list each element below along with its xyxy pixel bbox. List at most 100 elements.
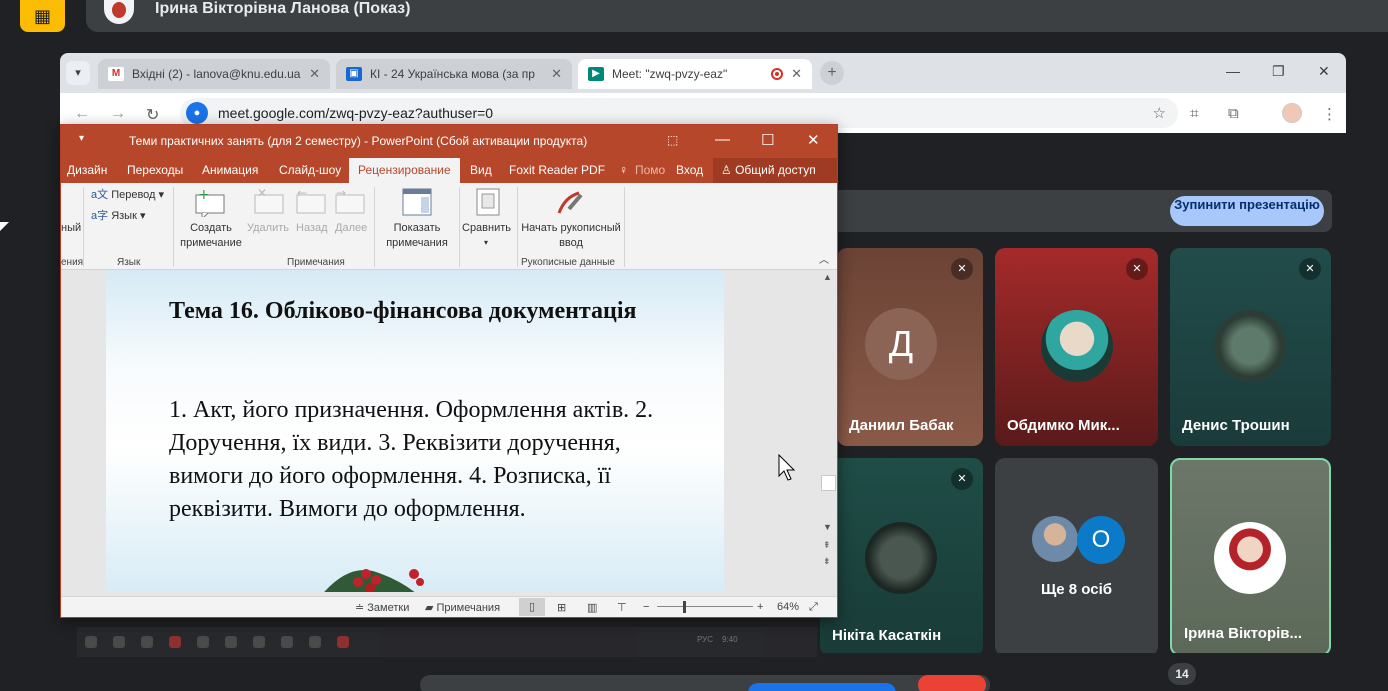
tab-meet[interactable]: ▶ Meet: "zwq-pvzy-eaz" ✕ — [578, 59, 812, 89]
minimize-icon[interactable]: — — [1226, 63, 1240, 79]
normal-view-icon[interactable]: ▯ — [519, 598, 545, 616]
translate-button[interactable]: a文 Перевод ▾ — [91, 188, 164, 203]
tab-foxit[interactable]: Foxit Reader PDF — [509, 163, 605, 177]
tab-strip: ▾ M Вхідні (2) - lanova@knu.edu.ua ✕ ▣ К… — [60, 53, 1346, 93]
close-tab-icon[interactable]: ✕ — [551, 66, 562, 82]
avatar — [1041, 310, 1113, 382]
tab-animations[interactable]: Анимация — [202, 163, 258, 177]
ribbon-display-icon[interactable]: ⬚ — [667, 133, 678, 147]
extensions-icon[interactable]: ⧉ — [1228, 105, 1239, 122]
previous-comment-button[interactable]: Назад — [296, 221, 328, 236]
tab-help[interactable]: Помо — [635, 163, 665, 177]
tab-slideshow[interactable]: Слайд-шоу — [279, 163, 341, 177]
app-icon — [141, 636, 153, 648]
mouse-cursor-icon — [778, 454, 796, 481]
scroll-up-icon[interactable]: ▲ — [823, 272, 832, 282]
new-tab-button[interactable]: + — [820, 61, 844, 85]
scroll-thumb[interactable] — [821, 475, 836, 491]
fit-slide-icon[interactable]: ⤢ — [809, 601, 818, 614]
participant-name: Ірина Вікторів... — [1184, 625, 1302, 642]
app-icon — [253, 636, 265, 648]
notes-button[interactable]: ≐ Заметки — [355, 601, 409, 614]
next-comment-button[interactable]: Далее — [335, 221, 367, 236]
maximize-icon[interactable]: ☐ — [761, 131, 774, 149]
presentation-icon[interactable]: ▦ — [20, 0, 65, 32]
compare-button[interactable]: Сравнить — [462, 221, 511, 236]
present-button[interactable] — [748, 683, 896, 691]
restore-icon[interactable]: ❐ — [1272, 63, 1285, 80]
tab-view[interactable]: Вид — [470, 163, 492, 177]
participant-name: Денис Трошин — [1182, 417, 1290, 434]
slide-pane: Тема 16. Обліково-фінансова документація… — [61, 270, 837, 596]
scroll-down-icon[interactable]: ▼ — [823, 522, 832, 532]
person-icon: ♙ — [721, 163, 736, 177]
share-button[interactable]: ♙ Общий доступ — [713, 158, 837, 183]
meet-top-bar: ▦ Ірина Вікторівна Ланова (Показ) — [0, 0, 1388, 40]
tab-classroom[interactable]: ▣ КІ - 24 Українська мова (за пр ✕ — [336, 59, 572, 89]
bookmark-star-icon[interactable]: ☆ — [1153, 104, 1166, 122]
close-window-icon[interactable]: ✕ — [1318, 63, 1330, 80]
ribbon-separator — [83, 187, 84, 267]
compare-dropdown-icon[interactable]: ▾ — [484, 235, 488, 250]
lightbulb-icon[interactable]: ♀ — [619, 163, 628, 177]
participant-tile[interactable]: ✕ Денис Трошин — [1170, 248, 1331, 446]
close-tab-icon[interactable]: ✕ — [791, 66, 802, 82]
slideshow-view-icon[interactable]: ⊤ — [617, 601, 627, 614]
delete-comment-button[interactable]: Удалить — [247, 221, 289, 236]
zoom-level[interactable]: 64% — [777, 601, 799, 613]
taskbar-time: 9:40 — [722, 635, 738, 644]
close-icon[interactable]: ✕ — [807, 131, 820, 149]
participant-count-badge: 14 — [1168, 663, 1196, 685]
avatar: О — [1077, 516, 1125, 564]
reading-view-icon[interactable]: ▥ — [587, 601, 597, 614]
app-icon — [309, 636, 321, 648]
forward-icon[interactable]: → — [110, 105, 126, 123]
svg-text:✕: ✕ — [257, 187, 267, 200]
shared-taskbar: РУС 9:40 — [77, 627, 817, 657]
next-slide-icon[interactable]: ⇟ — [823, 556, 831, 567]
tab-search-icon[interactable]: ▾ — [66, 61, 90, 85]
stop-presenting-button[interactable]: Зупинити презентацію — [1170, 196, 1324, 226]
sign-in-link[interactable]: Вход — [676, 163, 703, 177]
participant-tile-more[interactable]: О Ще 8 осіб — [995, 458, 1158, 653]
avatar — [1214, 522, 1286, 594]
reload-icon[interactable]: ↻ — [146, 105, 159, 125]
ribbon-separator — [459, 187, 460, 267]
minimize-icon[interactable]: — — [715, 131, 730, 148]
close-tab-icon[interactable]: ✕ — [309, 66, 320, 82]
zoom-slider-thumb[interactable] — [683, 601, 686, 613]
microphone-icon[interactable]: ● — [186, 102, 208, 124]
quick-access-icon[interactable]: ▾ — [79, 133, 84, 144]
new-comment-button[interactable]: Создать примечание — [177, 221, 245, 251]
slide[interactable]: Тема 16. Обліково-фінансова документація… — [106, 270, 724, 592]
url-text: meet.google.com/zwq-pvzy-eaz?authuser=0 — [218, 105, 494, 121]
tab-gmail[interactable]: M Вхідні (2) - lanova@knu.edu.ua ✕ — [98, 59, 330, 89]
ppt-window-title: Теми практичних занять (для 2 семестру) … — [129, 134, 588, 148]
participant-tile[interactable]: ✕ Д Даниил Бабак — [837, 248, 983, 446]
language-button[interactable]: a字 Язык ▾ — [91, 209, 145, 224]
zoom-in-icon[interactable]: + — [757, 601, 763, 613]
back-icon[interactable]: ← — [74, 105, 90, 123]
show-comments-icon — [402, 188, 432, 216]
vertical-scrollbar[interactable]: ▲ ▼ ⇞ ⇟ — [820, 270, 837, 592]
profile-avatar[interactable] — [1282, 103, 1302, 123]
leave-call-button[interactable] — [918, 675, 986, 691]
show-comments-button[interactable]: Показать примечания — [377, 221, 457, 251]
start-inking-button[interactable]: Начать рукописный ввод — [519, 221, 623, 251]
zoom-slider[interactable] — [657, 606, 753, 607]
tab-transitions[interactable]: Переходы — [127, 163, 183, 177]
participant-tile[interactable]: ✕ Нікіта Касаткін — [820, 458, 983, 653]
slide-sorter-icon[interactable]: ⊞ — [557, 601, 566, 614]
powerpoint-window: ▾ Теми практичних занять (для 2 семестру… — [60, 124, 838, 618]
menu-dots-icon[interactable]: ⋮ — [1322, 105, 1337, 123]
svg-text:→: → — [336, 187, 346, 200]
cast-icon[interactable]: ⌗ — [1190, 105, 1198, 122]
collapse-ribbon-icon[interactable]: ︿ — [819, 253, 829, 268]
participant-tile-self[interactable]: Ірина Вікторів... — [1170, 458, 1331, 653]
tab-design[interactable]: Дизайн — [67, 163, 107, 177]
participant-tile[interactable]: ✕ Обдимко Мик... — [995, 248, 1158, 446]
zoom-out-icon[interactable]: − — [643, 601, 649, 613]
tab-review[interactable]: Рецензирование — [349, 158, 460, 183]
comments-button[interactable]: ▰ Примечания — [425, 601, 500, 614]
prev-slide-icon[interactable]: ⇞ — [823, 540, 831, 551]
